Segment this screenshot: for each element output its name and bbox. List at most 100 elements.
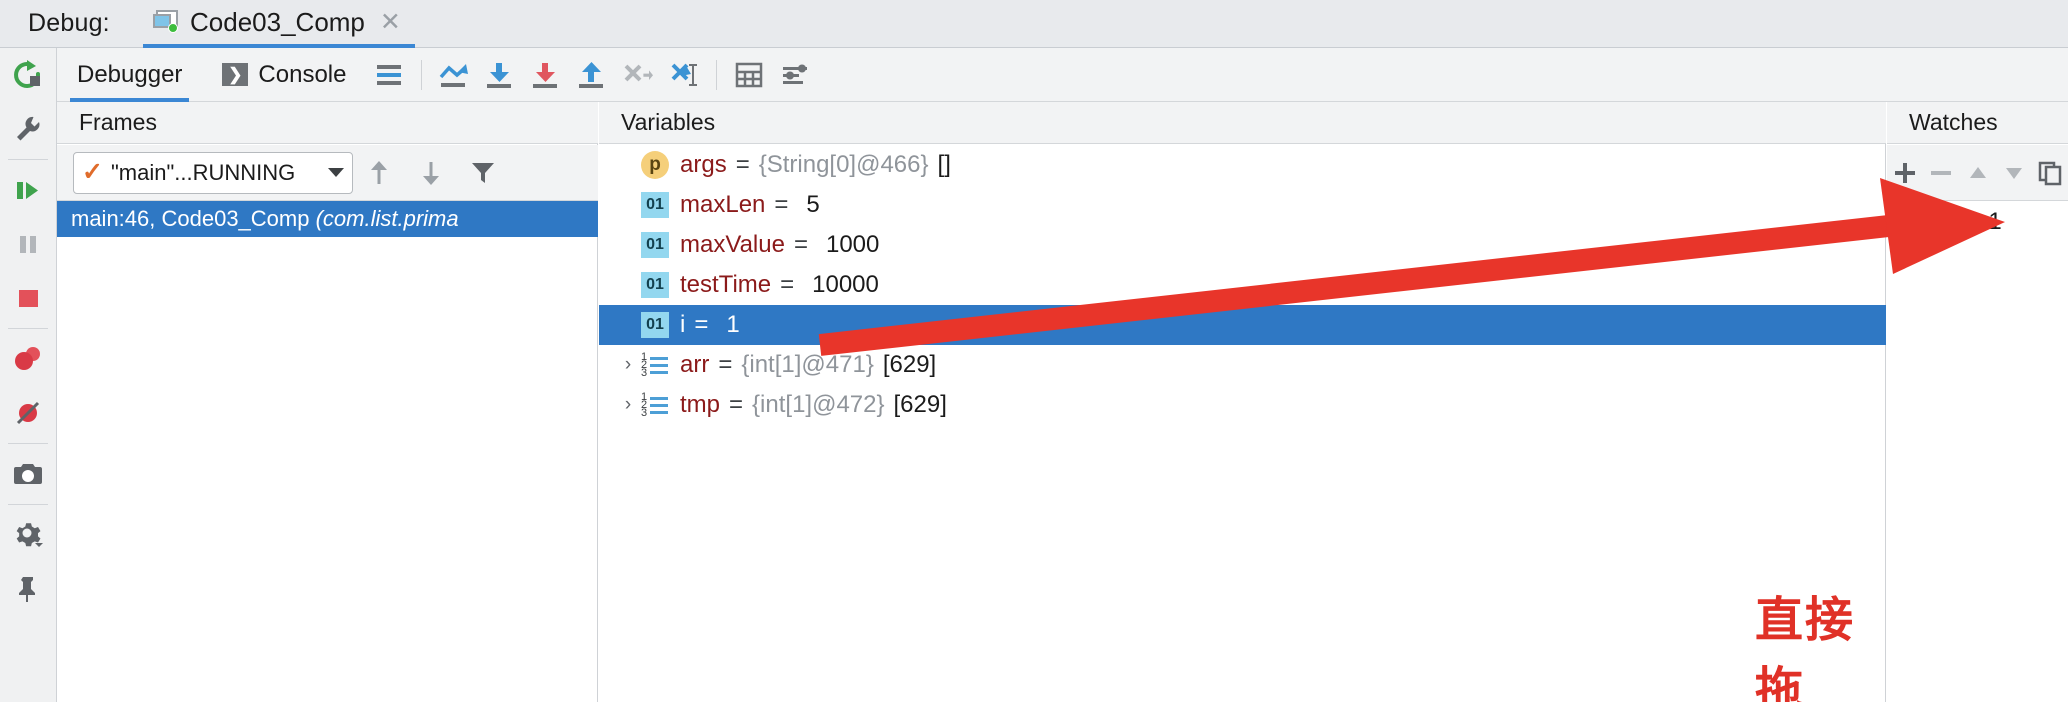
screenshot-button[interactable] bbox=[0, 447, 57, 501]
variable-row-i[interactable]: 01 i = 1 bbox=[599, 305, 1886, 345]
watches-title: Watches bbox=[1909, 109, 1998, 135]
drop-frame-button[interactable] bbox=[615, 48, 661, 102]
debug-actions-sidebar bbox=[0, 48, 57, 702]
layout-settings-icon bbox=[377, 64, 402, 85]
variable-row-arr[interactable]: › 123 arr = {int[1]@471} [629] bbox=[599, 345, 1886, 385]
variable-reference: {int[1]@471} bbox=[741, 351, 874, 378]
mute-breakpoints-button[interactable] bbox=[0, 386, 57, 440]
variable-name: args bbox=[680, 151, 727, 178]
filter-icon bbox=[472, 162, 494, 183]
pause-icon bbox=[20, 236, 36, 253]
tab-console-label: Console bbox=[258, 60, 347, 88]
add-watch-icon bbox=[1895, 162, 1916, 183]
breakpoints-icon bbox=[15, 347, 40, 370]
variable-name: arr bbox=[680, 351, 710, 378]
edit-configuration-button[interactable] bbox=[0, 102, 57, 156]
variable-row-args[interactable]: p args = {String[0]@466} [] bbox=[599, 145, 1886, 185]
variable-name: i bbox=[680, 311, 686, 338]
variable-value: 1 bbox=[726, 311, 740, 338]
move-watch-down-button[interactable] bbox=[1996, 145, 2032, 201]
remove-watch-button[interactable] bbox=[1923, 145, 1959, 201]
variable-name: maxLen bbox=[680, 191, 766, 218]
frames-panel-header: Frames bbox=[57, 102, 598, 144]
layout-settings-button[interactable] bbox=[366, 48, 412, 102]
equals-sign: = bbox=[694, 311, 709, 338]
array-badge-icon: 123 bbox=[641, 351, 669, 379]
step-over-button[interactable] bbox=[431, 48, 477, 102]
equals-sign: = bbox=[793, 231, 808, 258]
move-watch-up-icon bbox=[1969, 166, 1986, 178]
drop-frame-icon bbox=[625, 64, 654, 81]
variable-name: maxValue bbox=[680, 231, 785, 258]
variable-value: [] bbox=[937, 151, 951, 178]
watches-panel: Watches 01 i = 1 bbox=[1887, 102, 2068, 702]
equals-sign: = bbox=[774, 191, 789, 218]
evaluate-expression-icon bbox=[736, 62, 763, 87]
pin-button[interactable] bbox=[0, 562, 57, 616]
debug-session-tab[interactable]: Code03_Comp ✕ bbox=[143, 0, 415, 48]
tab-debugger-label: Debugger bbox=[77, 60, 183, 88]
stop-button[interactable] bbox=[0, 271, 57, 325]
variable-name: tmp bbox=[680, 391, 721, 418]
rerun-icon bbox=[14, 60, 41, 88]
resume-program-button[interactable] bbox=[0, 163, 57, 217]
move-down-icon bbox=[423, 161, 439, 185]
step-out-button[interactable] bbox=[569, 48, 615, 102]
variable-row-maxvalue[interactable]: 01 maxValue = 1000 bbox=[599, 225, 1886, 265]
equals-sign: = bbox=[718, 351, 733, 378]
move-up-button[interactable] bbox=[353, 145, 405, 201]
force-step-into-button[interactable] bbox=[523, 48, 569, 102]
watch-value: 1 bbox=[1988, 208, 2002, 235]
chevron-right-icon[interactable]: › bbox=[615, 354, 641, 376]
variables-title: Variables bbox=[621, 109, 716, 135]
gear-icon bbox=[16, 523, 43, 547]
debug-content: Debugger ❯ Console Frames ✓ "main"...RUN… bbox=[57, 48, 2068, 702]
thread-selector[interactable]: ✓ "main"...RUNNING bbox=[73, 151, 353, 194]
view-breakpoints-button[interactable] bbox=[0, 332, 57, 386]
sidebar-divider-3 bbox=[8, 443, 48, 444]
rerun-button[interactable] bbox=[0, 48, 57, 102]
primitive-badge-icon: 01 bbox=[641, 232, 669, 258]
filter-button[interactable] bbox=[457, 145, 509, 201]
primitive-badge-icon: 01 bbox=[641, 312, 669, 338]
move-down-button[interactable] bbox=[405, 145, 457, 201]
pause-program-button[interactable] bbox=[0, 217, 57, 271]
evaluate-expression-button[interactable] bbox=[726, 48, 772, 102]
annotation-text: 直接拖 bbox=[1755, 594, 1856, 702]
variable-reference: {String[0]@466} bbox=[758, 151, 929, 178]
step-into-button[interactable] bbox=[477, 48, 523, 102]
variable-value: 1000 bbox=[825, 231, 880, 258]
settings-list-button[interactable] bbox=[772, 48, 818, 102]
frame-row[interactable]: main:46, Code03_Comp (com.list.prima bbox=[57, 201, 598, 237]
variable-row-testtime[interactable]: 01 testTime = 10000 bbox=[599, 265, 1886, 305]
run-to-cursor-button[interactable] bbox=[661, 48, 707, 102]
move-up-icon bbox=[371, 160, 387, 184]
close-icon[interactable]: ✕ bbox=[380, 9, 401, 35]
move-watch-up-button[interactable] bbox=[1959, 145, 1995, 201]
watches-panel-header: Watches bbox=[1887, 102, 2068, 144]
primitive-badge-icon: 01 bbox=[641, 192, 669, 218]
mute-breakpoints-icon bbox=[16, 401, 40, 425]
settings-list-icon bbox=[783, 64, 808, 84]
add-watch-button[interactable] bbox=[1887, 145, 1923, 201]
frames-panel: Frames ✓ "main"...RUNNING main:46, Code0… bbox=[57, 102, 598, 702]
copy-watch-button[interactable] bbox=[2032, 145, 2068, 201]
frames-toolbar: ✓ "main"...RUNNING bbox=[57, 145, 598, 201]
chevron-right-icon[interactable]: › bbox=[615, 394, 641, 416]
sidebar-divider-4 bbox=[8, 504, 48, 505]
tab-console[interactable]: ❯ Console bbox=[202, 48, 366, 102]
toolbar-divider-2 bbox=[716, 59, 718, 90]
equals-sign: = bbox=[1956, 208, 1971, 235]
variable-row-tmp[interactable]: › 123 tmp = {int[1]@472} [629] bbox=[599, 385, 1886, 425]
variables-list: p args = {String[0]@466} [] 01 maxLen = … bbox=[599, 145, 1886, 702]
parameter-badge-icon: p bbox=[641, 151, 669, 179]
watch-row-i[interactable]: 01 i = 1 bbox=[1887, 204, 2068, 240]
toolbar-divider bbox=[421, 59, 423, 90]
settings-button[interactable] bbox=[0, 508, 57, 562]
variable-row-maxlen[interactable]: 01 maxLen = 5 bbox=[599, 185, 1886, 225]
equals-sign: = bbox=[735, 151, 750, 178]
tab-debugger[interactable]: Debugger bbox=[57, 48, 202, 102]
variables-panel: Variables p args = {String[0]@466} [] 01… bbox=[599, 102, 1886, 702]
step-into-icon bbox=[487, 62, 512, 88]
variable-value: 5 bbox=[806, 191, 820, 218]
